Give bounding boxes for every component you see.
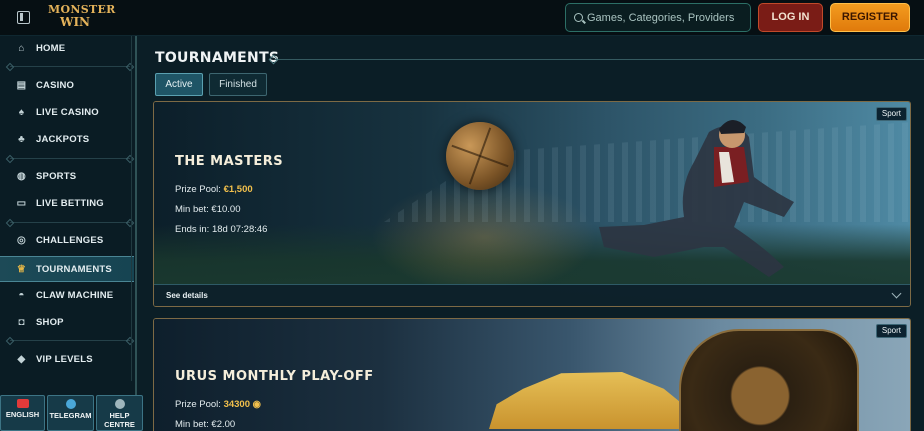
search-input[interactable] bbox=[587, 4, 747, 31]
help-label: HELP CENTRE bbox=[104, 411, 135, 429]
tournament-card[interactable]: Sport URUS MONTHLY PLAY-OFF Prize Pool: … bbox=[153, 318, 911, 431]
player-illustration bbox=[599, 119, 794, 277]
sidebar-item-label: VIP LEVELS bbox=[36, 354, 93, 365]
ball-icon: ◍ bbox=[17, 171, 26, 182]
logo[interactable]: MONSTER WIN bbox=[48, 4, 115, 33]
sidebar-item-label: HOME bbox=[36, 43, 66, 54]
help-centre-button[interactable]: HELP CENTRE bbox=[96, 395, 143, 431]
min-bet: Min bet: €2.00 bbox=[175, 419, 236, 430]
telegram-icon bbox=[65, 399, 76, 409]
min-bet: Min bet: €10.00 bbox=[175, 204, 241, 215]
claw-icon: ◓ bbox=[18, 290, 25, 301]
sidebar-item-label: SHOP bbox=[36, 317, 64, 328]
top-bar: MONSTER WIN LOG IN REGISTER bbox=[0, 0, 924, 36]
tournament-title: THE MASTERS bbox=[175, 154, 284, 169]
language-label: ENGLISH bbox=[5, 410, 40, 419]
diamond-icon: ◆ bbox=[17, 354, 26, 365]
sidebar-item-live-betting[interactable]: ▭ LIVE BETTING bbox=[0, 191, 134, 217]
sidebar-item-jackpots[interactable]: ♣ JACKPOTS bbox=[0, 127, 134, 153]
sidebar-divider bbox=[10, 340, 130, 341]
prize-pool-value: 34300 bbox=[223, 399, 250, 410]
sidebar-item-casino[interactable]: ▤ CASINO bbox=[0, 73, 134, 99]
sidebar-item-vip-levels[interactable]: ◆ VIP LEVELS bbox=[0, 347, 134, 373]
logo-line-2: WIN bbox=[59, 15, 91, 29]
help-icon bbox=[114, 399, 125, 409]
sidebar-item-label: LIVE BETTING bbox=[36, 198, 104, 209]
sidebar-item-sports[interactable]: ◍ SPORTS bbox=[0, 164, 134, 190]
trophy-icon: ♕ bbox=[16, 264, 27, 275]
chevron-down-icon[interactable] bbox=[891, 288, 902, 299]
tournament-card[interactable]: Sport THE MASTERS Prize Pool: €1,500 Min… bbox=[153, 101, 911, 307]
sidebar-item-live-casino[interactable]: ♠ LIVE CASINO bbox=[0, 100, 134, 126]
category-badge: Sport bbox=[875, 107, 907, 121]
sidebar-item-claw-machine[interactable]: ◓ CLAW MACHINE bbox=[0, 283, 134, 309]
sidebar: ⌂ HOME ▤ CASINO ♠ LIVE CASINO ♣ JACKPOTS… bbox=[0, 36, 143, 431]
sidebar-item-label: JACKPOTS bbox=[36, 134, 90, 145]
sidebar-divider bbox=[10, 66, 130, 67]
target-icon: ◎ bbox=[17, 235, 26, 246]
see-details-link[interactable]: See details bbox=[166, 291, 208, 300]
search-icon bbox=[574, 13, 583, 22]
see-details-bar[interactable]: See details bbox=[154, 284, 910, 306]
tab-finished[interactable]: Finished bbox=[209, 73, 267, 96]
telegram-button[interactable]: TELEGRAM bbox=[47, 395, 94, 431]
prize-pool: Prize Pool: €1,500 bbox=[175, 184, 253, 195]
cards-icon: ♠ bbox=[18, 107, 25, 118]
clover-icon: ♣ bbox=[18, 134, 25, 145]
sidebar-item-shop[interactable]: ◘ SHOP bbox=[0, 310, 134, 336]
search-box[interactable] bbox=[565, 3, 751, 32]
title-divider bbox=[275, 59, 924, 60]
sidebar-toggle-icon[interactable] bbox=[17, 11, 30, 24]
flag-icon bbox=[16, 399, 29, 408]
sidebar-item-label: CHALLENGES bbox=[36, 235, 104, 246]
telegram-label: TELEGRAM bbox=[49, 411, 92, 420]
sidebar-item-challenges[interactable]: ◎ CHALLENGES bbox=[0, 228, 134, 254]
sidebar-item-home[interactable]: ⌂ HOME bbox=[0, 36, 134, 62]
home-icon: ⌂ bbox=[18, 43, 25, 54]
tab-active[interactable]: Active bbox=[155, 73, 203, 96]
sidebar-divider bbox=[10, 222, 130, 223]
prize-pool-label: Prize Pool: bbox=[175, 399, 221, 410]
sidebar-divider bbox=[10, 158, 130, 159]
football-image bbox=[446, 122, 514, 190]
login-button[interactable]: LOG IN bbox=[758, 3, 823, 32]
sidebar-item-label: LIVE CASINO bbox=[36, 107, 99, 118]
train-image bbox=[679, 329, 859, 431]
page-title: TOURNAMENTS bbox=[155, 50, 280, 66]
tournament-title: URUS MONTHLY PLAY-OFF bbox=[175, 369, 374, 384]
sidebar-item-label: SPORTS bbox=[36, 171, 77, 182]
prize-pool-label: Prize Pool: bbox=[175, 184, 221, 195]
sidebar-item-label: CASINO bbox=[36, 80, 75, 91]
ends-in-countdown: Ends in: 18d 07:28:46 bbox=[175, 224, 268, 235]
prize-pool-value: €1,500 bbox=[223, 184, 253, 195]
prize-pool: Prize Pool: 34300 ◉ bbox=[175, 399, 261, 410]
coin-icon: ◉ bbox=[252, 399, 261, 410]
register-button[interactable]: REGISTER bbox=[830, 3, 910, 32]
slot-machine-icon: ▤ bbox=[16, 80, 27, 91]
sidebar-item-tournaments[interactable]: ♕ TOURNAMENTS bbox=[0, 256, 134, 282]
live-icon: ▭ bbox=[16, 198, 27, 209]
language-button[interactable]: ENGLISH bbox=[0, 395, 45, 431]
basket-icon: ◘ bbox=[18, 317, 25, 328]
category-badge: Sport bbox=[875, 324, 907, 338]
sidebar-item-label: TOURNAMENTS bbox=[36, 264, 112, 275]
sidebar-item-label: CLAW MACHINE bbox=[36, 290, 114, 301]
